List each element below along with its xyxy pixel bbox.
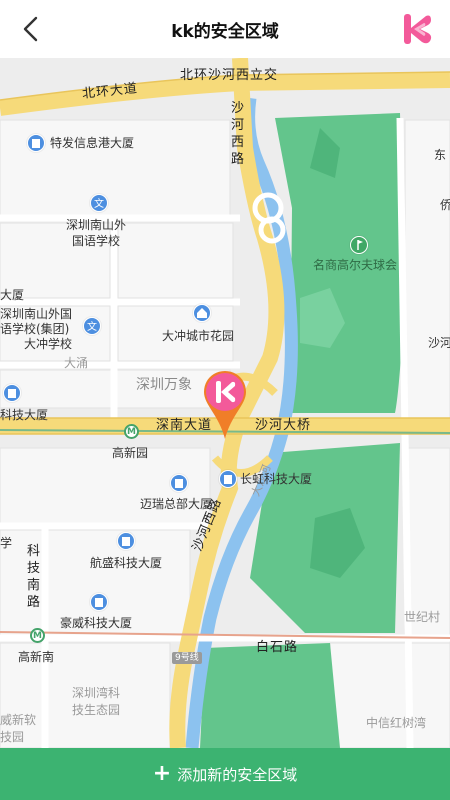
poi-gaoxin-south[interactable]: 高新南 [18,650,54,665]
poi-keji-building[interactable]: 科技大厦 [0,408,48,423]
road-label-shahe-right: 沙河 [428,336,450,350]
page-title: kk的安全区域 [171,21,279,42]
road-label-shahe-bridge: 沙河大桥 [255,418,312,433]
road-label-baishi: 白石路 [256,640,299,655]
poi-weixin-2: 技园 [0,730,25,744]
add-safe-zone-label: 添加新的安全区域 [177,765,298,784]
building-icon [219,470,237,488]
poi-golf[interactable]: 名商高尔夫球会 [313,258,397,273]
poi-hangsheng[interactable]: 航盛科技大厦 [90,556,162,571]
add-safe-zone-button[interactable]: + 添加新的安全区域 [0,748,450,800]
school-icon: 文 [83,317,101,335]
header-bar: kk的安全区域 [0,0,450,58]
poi-shiji-cun: 世纪村 [404,610,441,624]
metro-line-tag: 9号线 [172,652,202,664]
building-icon [117,532,135,550]
svg-text:文: 文 [87,320,97,333]
app-screen: kk的安全区域 北环大道 北环沙河西立交 沙河西路 深南大道 沙河大桥 沙河西路… [0,0,450,800]
school-icon: 文 [90,194,108,212]
poi-nanshan-school-1[interactable]: 深圳南山外 [66,218,126,233]
building-icon [3,384,21,402]
golf-icon [350,236,368,254]
poi-weixin-1: 威新软 [0,713,37,727]
poi-group-school-2[interactable]: 语学校(集团) [0,322,69,337]
poi-nanshan-school-2[interactable]: 国语学校 [72,234,120,249]
poi-dachong: 大涌 [64,356,89,370]
poi-group-school-3[interactable]: 大冲学校 [24,337,72,352]
map-view[interactable]: 北环大道 北环沙河西立交 沙河西路 深南大道 沙河大桥 沙河西路 大沙河 白石路… [0,58,450,748]
poi-zhongxin: 中信红树湾 [366,716,427,730]
building-icon [27,134,45,152]
plus-icon: + [152,761,172,786]
svg-text:文: 文 [94,197,104,210]
poi-dachong-garden[interactable]: 大冲城市花园 [162,329,234,344]
poi-bay-park-2: 技生态园 [72,703,121,717]
poi-group-school-1[interactable]: 深圳南山外国 [0,307,72,322]
metro-station-icon: M [30,628,45,643]
back-button[interactable] [14,12,48,46]
poi-wanxiang[interactable]: 深圳万象 [136,378,192,393]
chevron-left-icon [23,16,38,42]
road-label-interchange: 北环沙河西立交 [180,68,279,83]
poi-haowei[interactable]: 豪威科技大厦 [60,616,132,631]
kk-logo-icon[interactable] [400,11,436,47]
building-icon [170,474,188,492]
road-label-qiao: 侨 [440,198,450,212]
poi-left-xue: 学 [0,536,13,550]
poi-mindray[interactable]: 迈瑞总部大厦 [140,497,212,512]
poi-gaoxin-park[interactable]: 高新园 [112,446,148,461]
poi-dong: 东 [434,148,447,162]
road-label-shahe-west-upper: 沙河西路 [231,101,246,167]
location-pin-icon[interactable] [203,371,247,441]
building-icon [90,593,108,611]
metro-station-icon: M [124,424,139,439]
poi-bay-park-1: 深圳湾科 [72,686,121,700]
poi-left-da: 大厦 [0,288,25,302]
road-label-keji-south: 科技南路 [27,544,42,610]
poi-changhong[interactable]: 长虹科技大厦 [240,472,312,487]
poi-tefa[interactable]: 特发信息港大厦 [50,136,134,151]
home-icon [193,304,211,322]
